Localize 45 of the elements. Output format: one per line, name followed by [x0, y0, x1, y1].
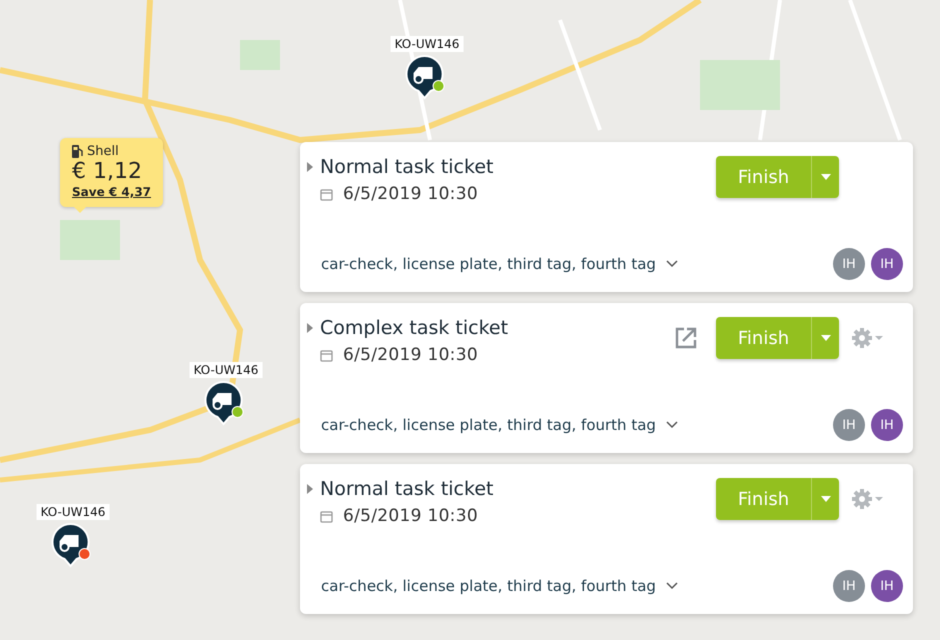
ticket-date: 6/5/2019 10:30 — [343, 184, 478, 204]
fuel-saving: Save € 4,37 — [72, 185, 152, 199]
ticket-tags: car-check, license plate, third tag, fourth tag — [321, 255, 656, 273]
ticket-title[interactable]: Normal task ticket — [320, 478, 494, 500]
assignee-avatar[interactable]: IH — [871, 409, 903, 441]
fuel-price: € 1,12 — [72, 159, 143, 185]
ticket-date: 6/5/2019 10:30 — [343, 345, 478, 365]
fuel-pump-icon — [72, 145, 83, 158]
assignee-avatar[interactable]: IH — [871, 248, 903, 280]
expand-triangle-icon[interactable] — [306, 484, 314, 494]
fuel-brand: Shell — [87, 144, 119, 159]
car-pin-icon[interactable] — [51, 522, 91, 568]
chevron-down-icon[interactable] — [666, 260, 678, 268]
car-pin-icon[interactable] — [204, 380, 244, 426]
ticket-title[interactable]: Normal task ticket — [320, 156, 494, 178]
ticket-title[interactable]: Complex task ticket — [320, 317, 508, 339]
finish-dropdown-button[interactable] — [811, 156, 839, 198]
vehicle-label: KO-UW146 — [390, 36, 464, 52]
chevron-down-icon[interactable] — [666, 582, 678, 590]
finish-dropdown-button[interactable] — [811, 478, 839, 520]
ticket-tags: car-check, license plate, third tag, fourth tag — [321, 577, 656, 595]
calendar-icon — [320, 510, 333, 522]
vehicle-label: KO-UW146 — [36, 504, 110, 520]
caret-icon — [820, 496, 830, 502]
calendar-icon — [320, 348, 333, 362]
expand-triangle-icon[interactable] — [306, 323, 314, 333]
assignee-avatar[interactable]: IH — [833, 248, 865, 280]
assignee-avatar[interactable]: IH — [871, 570, 903, 602]
assignee-avatar[interactable]: IH — [833, 409, 865, 441]
chevron-down-icon[interactable] — [666, 421, 678, 429]
assignee-avatar[interactable]: IH — [833, 570, 865, 602]
park-area — [240, 40, 280, 70]
settings-icon[interactable] — [851, 488, 885, 510]
external-link-icon[interactable] — [674, 326, 698, 350]
expand-triangle-icon[interactable] — [306, 162, 314, 172]
park-area — [60, 220, 120, 260]
settings-icon[interactable] — [851, 327, 885, 349]
finish-dropdown-button[interactable] — [811, 317, 839, 359]
ticket-date: 6/5/2019 10:30 — [343, 506, 478, 526]
caret-icon — [820, 335, 830, 341]
calendar-icon — [320, 188, 333, 200]
ticket-tags: car-check, license plate, third tag, fourth tag — [321, 416, 656, 434]
vehicle-label: KO-UW146 — [190, 362, 262, 378]
car-pin-icon[interactable] — [405, 54, 445, 100]
caret-icon — [820, 174, 830, 180]
